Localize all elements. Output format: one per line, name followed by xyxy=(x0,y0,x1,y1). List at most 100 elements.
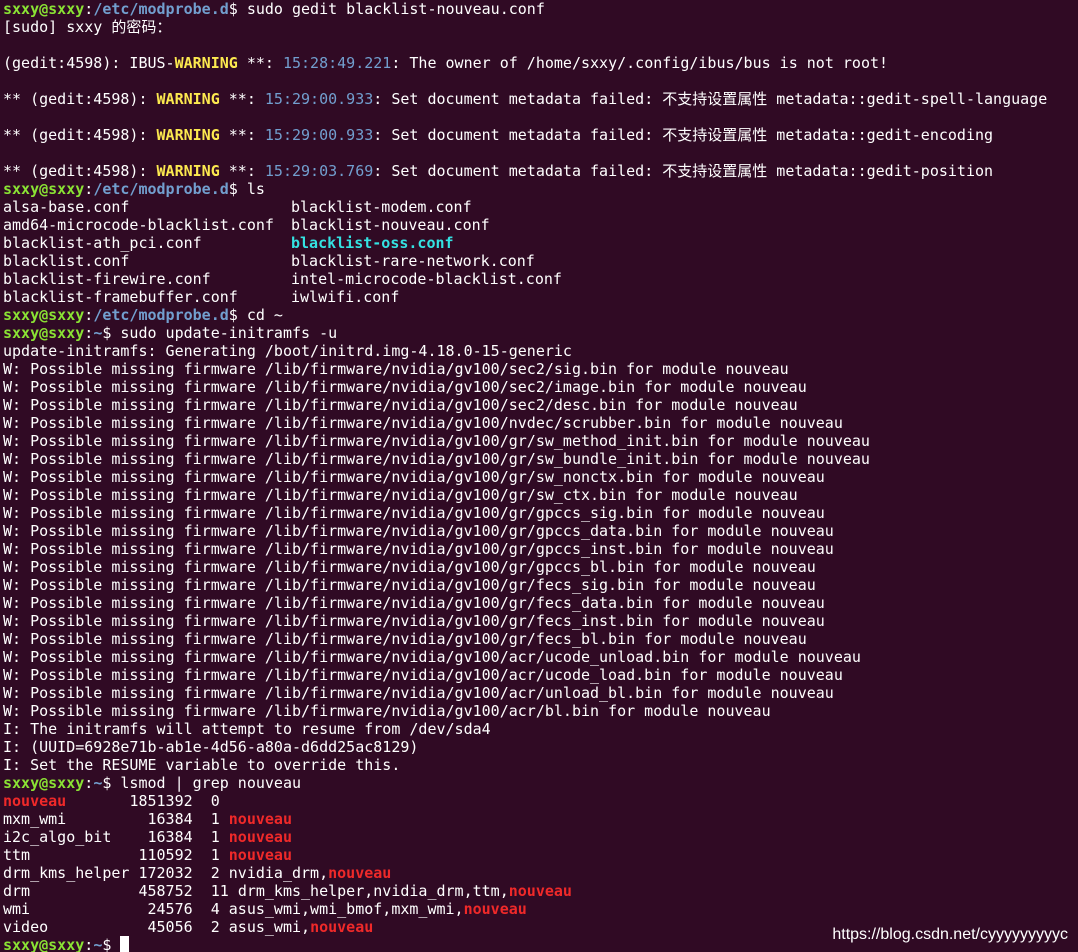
prompt-path: ~ xyxy=(93,324,103,342)
warning-prefix: (gedit:4598): IBUS- xyxy=(3,54,175,72)
prompt-user: sxxy@sxxy xyxy=(3,774,85,792)
output-line: W: Possible missing firmware /lib/firmwa… xyxy=(3,630,807,648)
ls-file: alsa-base.conf xyxy=(3,198,130,216)
prompt-path: /etc/modprobe.d xyxy=(93,306,229,324)
prompt-user: sxxy@sxxy xyxy=(3,0,85,18)
lsmod-output: nouveau 1851392 0 mxm_wmi 16384 1 nouvea… xyxy=(3,792,1078,936)
warning-prefix: ** (gedit:4598): xyxy=(3,90,157,108)
output-line: update-initramfs: Generating /boot/initr… xyxy=(3,342,572,360)
lsmod-spacer xyxy=(193,828,211,846)
lsmod-count: 2 xyxy=(210,864,220,882)
ls-file: blacklist-ath_pci.conf xyxy=(3,234,202,252)
ls-file: blacklist-framebuffer.conf xyxy=(3,288,238,306)
prompt-path: ~ xyxy=(93,774,103,792)
ls-row: blacklist.conf blacklist-rare-network.con… xyxy=(3,252,1078,270)
ls-row: blacklist-ath_pci.conf blacklist-oss.conf xyxy=(3,234,1078,252)
sudo-prompt: [sudo] sxxy 的密码： xyxy=(3,18,172,36)
lsmod-spacer xyxy=(193,864,211,882)
text-cursor[interactable] xyxy=(120,936,130,952)
warning-timestamp: 15:28:49.221 xyxy=(282,54,392,72)
command-text: sudo update-initramfs -u xyxy=(120,324,338,342)
lsmod-usedby: asus_wmi,wmi_bmof,mxm_wmi, xyxy=(228,900,464,918)
lsmod-count: 11 xyxy=(210,882,229,900)
lsmod-row: nouveau 1851392 0 xyxy=(3,792,1078,810)
gedit-warnings: (gedit:4598): IBUS- WARNING **: 15:28:49.… xyxy=(3,36,1078,180)
warning-message: : Set document metadata failed: 不支持设置属性 … xyxy=(373,90,1048,108)
lsmod-spacer xyxy=(30,846,138,864)
output-line: W: Possible missing firmware /lib/firmwa… xyxy=(3,450,870,468)
lsmod-spacer xyxy=(220,918,229,936)
lsmod-spacer xyxy=(220,846,229,864)
output-line: W: Possible missing firmware /lib/firmwa… xyxy=(3,522,834,540)
prompt-sep: : xyxy=(84,180,94,198)
lsmod-count: 1 xyxy=(210,846,220,864)
lsmod-usedby-highlight: nouveau xyxy=(228,828,292,846)
output-line: W: Possible missing firmware /lib/firmwa… xyxy=(3,396,798,414)
ls-row: amd64-microcode-blacklist.conf blacklist-… xyxy=(3,216,1078,234)
prompt-line: sxxy@sxxy:~$ lsmod | grep nouveau xyxy=(3,774,1078,792)
output-line: W: Possible missing firmware /lib/firmwa… xyxy=(3,702,771,720)
prompt-dollar: $ xyxy=(228,306,247,324)
lsmod-spacer xyxy=(66,810,147,828)
lsmod-spacer xyxy=(220,864,229,882)
warning-message: : Set document metadata failed: 不支持设置属性 … xyxy=(373,126,994,144)
warning-level: WARNING xyxy=(156,162,220,180)
output-line: W: Possible missing firmware /lib/firmwa… xyxy=(3,486,798,504)
lsmod-spacer xyxy=(111,828,147,846)
warning-mid: **: xyxy=(219,126,265,144)
lsmod-row: drm_kms_helper 172032 2 nvidia_drm,nouve… xyxy=(3,864,1078,882)
terminal-window[interactable]: sxxy@sxxy:/etc/modprobe.d$ sudo gedit bl… xyxy=(0,0,1078,952)
prompt-dollar: $ xyxy=(228,0,247,18)
lsmod-size: 45056 xyxy=(147,918,193,936)
prompt-sep: : xyxy=(84,774,94,792)
warning-mid: **: xyxy=(219,90,265,108)
lsmod-count: 1 xyxy=(210,810,220,828)
prompt-dollar: $ xyxy=(102,324,121,342)
lsmod-count: 0 xyxy=(210,792,220,810)
warning-line: ** (gedit:4598): WARNING **: 15:29:00.93… xyxy=(3,126,1078,144)
lsmod-module: i2c_algo_bit xyxy=(3,828,112,846)
warning-prefix: ** (gedit:4598): xyxy=(3,126,157,144)
lsmod-size: 1851392 xyxy=(129,792,193,810)
warning-message: : Set document metadata failed: 不支持设置属性 … xyxy=(373,162,994,180)
command-text: cd ~ xyxy=(246,306,283,324)
lsmod-module: drm_kms_helper xyxy=(3,864,130,882)
lsmod-module: ttm xyxy=(3,846,31,864)
lsmod-spacer xyxy=(193,810,211,828)
lsmod-usedby-highlight: nouveau xyxy=(228,846,292,864)
prompt-sep: : xyxy=(84,306,94,324)
prompt-user: sxxy@sxxy xyxy=(3,180,85,198)
lsmod-size: 110592 xyxy=(138,846,193,864)
lsmod-usedby-highlight: nouveau xyxy=(508,882,572,900)
warning-message: : The owner of /home/sxxy/.config/ibus/b… xyxy=(391,54,889,72)
ls-file: amd64-microcode-blacklist.conf xyxy=(3,216,274,234)
update-initramfs-output: update-initramfs: Generating /boot/initr… xyxy=(3,342,1078,774)
lsmod-size: 16384 xyxy=(147,810,193,828)
warning-line: (gedit:4598): IBUS-WARNING **: 15:28:49.… xyxy=(3,54,1078,72)
prompt-dollar: $ xyxy=(102,774,121,792)
warning-line: ** (gedit:4598): WARNING **: 15:29:03.76… xyxy=(3,162,1078,180)
output-line: W: Possible missing firmware /lib/firmwa… xyxy=(3,666,843,684)
lsmod-usedby: nvidia_drm, xyxy=(228,864,329,882)
prompt-user: sxxy@sxxy xyxy=(3,936,85,952)
ls-file: blacklist-rare-network.conf xyxy=(291,252,535,270)
lsmod-spacer xyxy=(193,792,211,810)
lsmod-module: wmi xyxy=(3,900,31,918)
output-line: W: Possible missing firmware /lib/firmwa… xyxy=(3,594,825,612)
ls-file: blacklist-oss.conf xyxy=(291,234,454,252)
command-text: ls xyxy=(246,180,265,198)
prompt-dollar: $ xyxy=(228,180,247,198)
lsmod-usedby-highlight: nouveau xyxy=(463,900,527,918)
lsmod-row: wmi 24576 4 asus_wmi,wmi_bmof,mxm_wmi,no… xyxy=(3,900,1078,918)
output-line: W: Possible missing firmware /lib/firmwa… xyxy=(3,684,834,702)
lsmod-row: i2c_algo_bit 16384 1 nouveau xyxy=(3,828,1078,846)
output-line: I: The initramfs will attempt to resume … xyxy=(3,720,491,738)
lsmod-spacer xyxy=(220,828,229,846)
output-line: I: Set the RESUME variable to override t… xyxy=(3,756,401,774)
ls-file: blacklist-nouveau.conf xyxy=(291,216,490,234)
warning-mid: **: xyxy=(219,162,265,180)
lsmod-module: mxm_wmi xyxy=(3,810,67,828)
lsmod-usedby: asus_wmi, xyxy=(228,918,311,936)
